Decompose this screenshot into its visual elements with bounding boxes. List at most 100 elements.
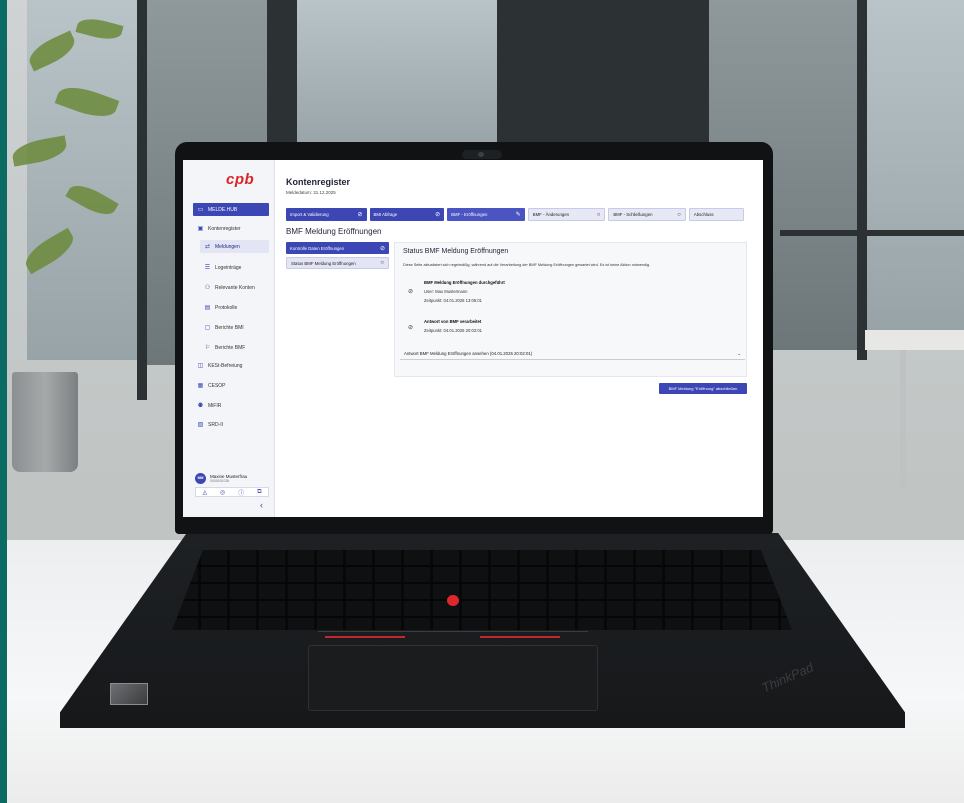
trackpad-buttons bbox=[318, 631, 588, 645]
desk bbox=[865, 330, 964, 350]
app-logo: cpb bbox=[226, 171, 255, 188]
event-time: Zeitpunkt: 04.01.2026 13:05:01 bbox=[424, 298, 482, 303]
user-id: 000000102k bbox=[210, 478, 230, 483]
status-panel: Status BMF Meldung Eröffnungen Diese Sei… bbox=[394, 242, 747, 377]
external-link-icon[interactable]: ⧉ bbox=[257, 489, 261, 496]
list-icon: ☰ bbox=[204, 265, 211, 271]
circle-icon: ○ bbox=[677, 211, 681, 218]
privacy-icon[interactable]: ◎ bbox=[220, 489, 225, 496]
sidebar-item-label: KESt-Befreiung bbox=[208, 362, 243, 369]
sidebar-item-berichte-bmi[interactable]: ▢ Berichte BMI bbox=[200, 321, 269, 334]
monitor-icon: ▭ bbox=[197, 207, 204, 213]
sidebar-item-label: MiFIR bbox=[208, 402, 222, 409]
check-circle-icon: ⊘ bbox=[408, 289, 414, 295]
sidebar-item-label: MELDE.HUB bbox=[208, 206, 238, 213]
sidebar-item-label: Berichte BMI bbox=[215, 324, 244, 331]
event-item: ⊘ BMF Meldung Eröffnungen durchgeführt U… bbox=[408, 280, 608, 310]
substep-label: Kontrolle Daten Eröffnungen bbox=[290, 245, 345, 251]
register-icon: ▣ bbox=[197, 226, 204, 232]
sidebar-item-logeinträge[interactable]: ☰ Logeinträge bbox=[200, 261, 269, 274]
substep-label: Status BMF Meldung Eröffnungen bbox=[291, 260, 356, 266]
step-5[interactable]: BMF - Schließungen ○ bbox=[608, 208, 686, 221]
workflow-stepper: Import & Validierung ⊘ BMI Abfrage ⊘ BMF - E… bbox=[286, 208, 744, 221]
step-label: BMF - Schließungen bbox=[613, 212, 653, 217]
panel-title: Status BMF Meldung Eröffnungen bbox=[403, 248, 509, 255]
user-toolbar: ◬ ◎ ⓘ ⧉ bbox=[195, 487, 269, 497]
check-circle-icon: ⊘ bbox=[408, 325, 414, 331]
step-label: BMF - Eröffnungen bbox=[451, 212, 488, 217]
step-label: Abschluss bbox=[693, 212, 714, 217]
exemption-icon: ◫ bbox=[197, 363, 204, 369]
user-profile[interactable]: MM Maxine Musterfrau 000000102k bbox=[195, 471, 267, 485]
check-circle-icon: ⊘ bbox=[379, 245, 385, 252]
substep-1[interactable]: Kontrolle Daten Eröffnungen ⊘ bbox=[286, 242, 389, 254]
sidebar-item-label: Logeinträge bbox=[215, 264, 242, 271]
plant-pot bbox=[12, 372, 78, 472]
step-label: Import & Validierung bbox=[290, 212, 329, 217]
sidebar: cpb ▭ MELDE.HUB ▣ Kontenregister ⇄ Meldungen ☰… bbox=[183, 160, 275, 517]
circle-icon: ○ bbox=[596, 211, 601, 218]
event-title: BMF Meldung Eröffnungen durchgeführt bbox=[424, 280, 505, 285]
report-icon: ▢ bbox=[204, 325, 211, 331]
sidebar-item-kest-befreiung[interactable]: ◫ KESt-Befreiung bbox=[193, 359, 269, 372]
sidebar-item-mifir[interactable]: ⚉ MiFIR bbox=[193, 399, 269, 412]
avatar: MM bbox=[195, 472, 206, 484]
step-label: BMI Abfrage bbox=[373, 212, 398, 217]
section-title: BMF Meldung Eröffnungen bbox=[286, 227, 382, 236]
user-name: Maxine Musterfrau bbox=[210, 473, 248, 479]
srd-icon: ▧ bbox=[197, 422, 204, 428]
check-circle-icon: ⊘ bbox=[357, 212, 363, 218]
chevron-down-icon: ⌄ bbox=[737, 350, 741, 356]
finish-opening-report-button[interactable]: BMF Meldung "Eröffnung" abschließen bbox=[659, 383, 747, 394]
step-4[interactable]: BMF - Änderungen ○ bbox=[527, 208, 606, 221]
sidebar-item-label: SRD-II bbox=[208, 421, 223, 428]
flag-icon: ⚐ bbox=[204, 345, 211, 351]
event-title: Antwort von BMF verarbeitet bbox=[424, 319, 482, 324]
page-title: Kontenregister bbox=[286, 177, 351, 187]
accordion-label: Antwort BMF Meldung Eröffnungen ansehen … bbox=[404, 351, 533, 356]
cesop-icon: ▦ bbox=[197, 383, 204, 389]
swap-icon: ⇄ bbox=[204, 244, 211, 250]
report-date: Meldedatum: 31.12.2025 bbox=[286, 190, 336, 195]
sidebar-item-relevante-konten[interactable]: ⚇ Relevante Konten bbox=[200, 281, 269, 294]
sidebar-item-label: Relevante Konten bbox=[215, 284, 255, 291]
step-6[interactable]: Abschluss bbox=[688, 208, 744, 221]
collapse-sidebar-icon[interactable]: ‹ bbox=[260, 500, 263, 510]
sidebar-item-meldungen[interactable]: ⇄ Meldungen bbox=[200, 240, 269, 253]
sub-stepper: Kontrolle Daten Eröffnungen ⊘ Status BMF M… bbox=[286, 242, 389, 272]
step-2[interactable]: BMI Abfrage ⊘ bbox=[369, 208, 445, 221]
trackpoint bbox=[447, 595, 459, 606]
sidebar-item-cesop[interactable]: ▦ CESOP bbox=[193, 379, 269, 392]
sidebar-item-label: Meldungen bbox=[215, 243, 240, 250]
check-circle-icon: ⊘ bbox=[435, 212, 441, 218]
processor-sticker bbox=[110, 683, 148, 705]
sidebar-item-melde-hub[interactable]: ▭ MELDE.HUB bbox=[193, 203, 269, 216]
event-item: ⊘ Antwort von BMF verarbeitet Zeitpunkt:… bbox=[408, 319, 608, 341]
sidebar-item-label: CESOP bbox=[208, 382, 226, 389]
app-screen: cpb ▭ MELDE.HUB ▣ Kontenregister ⇄ Meldungen ☰… bbox=[183, 160, 763, 517]
step-label: BMF - Änderungen bbox=[532, 212, 570, 217]
panel-description: Diese Seite aktualisiert sich regelmäßig… bbox=[403, 263, 651, 267]
sidebar-item-label: Berichte BMF bbox=[215, 344, 246, 351]
sidebar-item-label: Protokolle bbox=[215, 304, 238, 311]
event-user: User: Max Mustermann bbox=[424, 289, 468, 294]
accounts-icon: ⚇ bbox=[204, 285, 211, 291]
accessibility-icon[interactable]: ◬ bbox=[202, 489, 207, 496]
response-accordion[interactable]: Antwort BMF Meldung Eröffnungen ansehen … bbox=[400, 348, 745, 360]
info-icon[interactable]: ⓘ bbox=[238, 488, 244, 497]
sidebar-item-berichte-bmf[interactable]: ⚐ Berichte BMF bbox=[200, 341, 269, 354]
substep-2[interactable]: Status BMF Meldung Eröffnungen ○ bbox=[286, 257, 389, 269]
document-icon: ▤ bbox=[204, 305, 211, 311]
sidebar-item-kontenregister[interactable]: ▣ Kontenregister bbox=[193, 222, 269, 235]
event-time: Zeitpunkt: 04.01.2026 20:02:01 bbox=[424, 328, 482, 333]
people-icon: ⚉ bbox=[197, 403, 204, 409]
pencil-icon: ✎ bbox=[515, 212, 521, 218]
sidebar-item-label: Kontenregister bbox=[208, 225, 241, 232]
circle-icon: ○ bbox=[380, 260, 384, 266]
step-3[interactable]: BMF - Eröffnungen ✎ bbox=[447, 208, 525, 221]
sidebar-item-srd-ii[interactable]: ▧ SRD-II bbox=[193, 418, 269, 431]
step-1[interactable]: Import & Validierung ⊘ bbox=[286, 208, 367, 221]
brand-strip bbox=[0, 0, 7, 803]
touchpad bbox=[308, 645, 598, 711]
sidebar-item-protokolle[interactable]: ▤ Protokolle bbox=[200, 301, 269, 314]
